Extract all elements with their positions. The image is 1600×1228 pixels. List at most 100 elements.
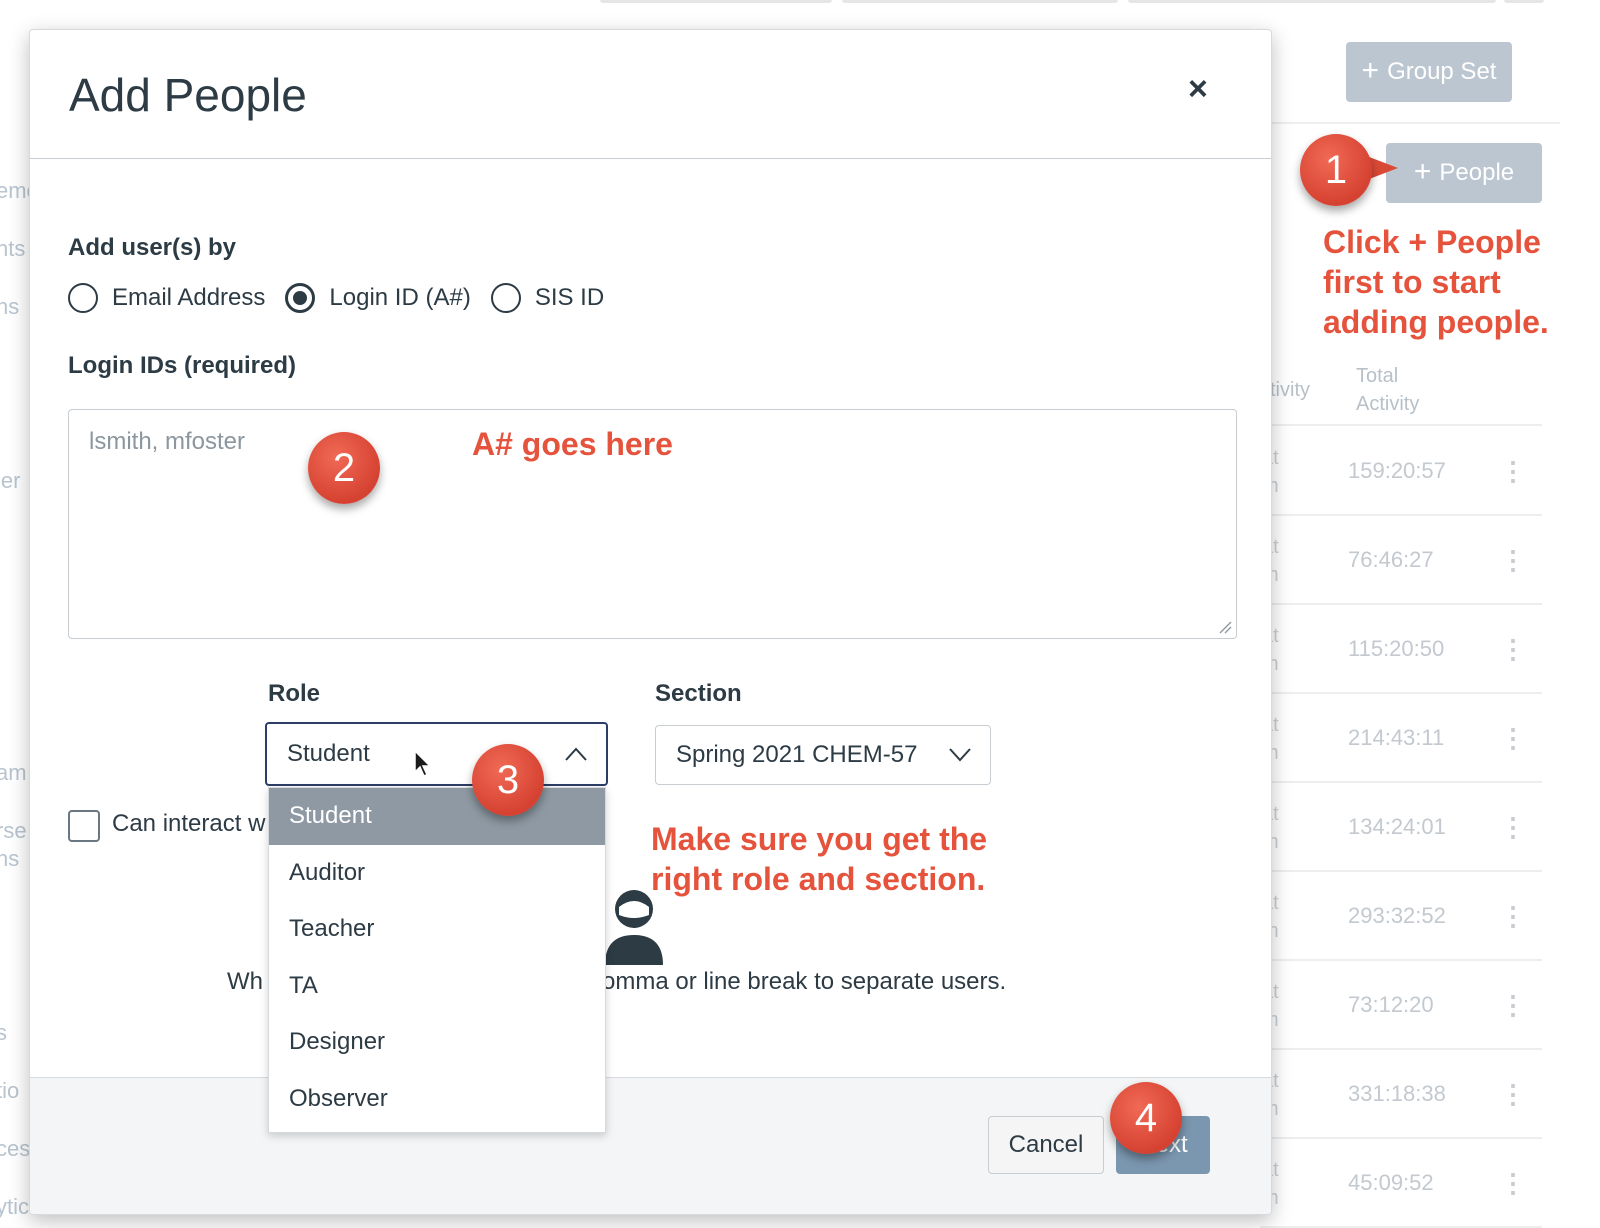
radio-unchecked-icon bbox=[490, 283, 521, 313]
row-total-activity: 293:32:52 bbox=[1348, 903, 1446, 928]
kebab-menu-icon[interactable]: ⋮ bbox=[1500, 901, 1526, 932]
role-option-auditor[interactable]: Auditor bbox=[269, 845, 605, 902]
column-header-total-activity[interactable]: Total Activity bbox=[1356, 362, 1419, 418]
row-total-activity: 159:20:57 bbox=[1348, 458, 1446, 483]
step-4-badge: 4 bbox=[1110, 1082, 1182, 1154]
row-total-activity: 115:20:50 bbox=[1348, 636, 1445, 661]
kebab-menu-icon[interactable]: ⋮ bbox=[1500, 812, 1526, 843]
table-row: atm214:43:11⋮ bbox=[1240, 697, 1550, 783]
kebab-menu-icon[interactable]: ⋮ bbox=[1500, 634, 1526, 665]
chevron-up-icon bbox=[565, 747, 587, 761]
radio-sis-id[interactable]: SIS ID bbox=[490, 283, 605, 313]
table-row: atm134:24:01⋮ bbox=[1240, 786, 1550, 872]
header-rule bbox=[1260, 12, 1560, 124]
section-label: Section bbox=[655, 680, 742, 707]
role-dropdown-menu: Student Auditor Teacher TA Designer Obse… bbox=[268, 787, 606, 1133]
plus-icon: + bbox=[1413, 154, 1432, 188]
role-option-designer[interactable]: Designer bbox=[269, 1014, 605, 1071]
column-header-line: Activity bbox=[1356, 393, 1420, 415]
add-people-button[interactable]: + People bbox=[1386, 143, 1542, 203]
section-select[interactable]: Spring 2021 CHEM-57 bbox=[655, 725, 991, 785]
column-header-line: Total bbox=[1356, 365, 1399, 387]
row-total-activity: 76:46:27 bbox=[1348, 547, 1434, 572]
step-3-badge: 3 bbox=[472, 744, 544, 816]
add-by-radio-group: Email Address Login ID (A#) SIS ID bbox=[68, 283, 624, 313]
role-option-student[interactable]: Student bbox=[269, 788, 605, 845]
radio-email-address[interactable]: Email Address bbox=[68, 283, 265, 313]
close-icon[interactable]: × bbox=[1188, 70, 1208, 109]
hint-suffix: comma or line break to separate users. bbox=[590, 968, 1007, 995]
table-row: atm73:12:20⋮ bbox=[1240, 964, 1550, 1050]
interact-checkbox-label: Can interact w bbox=[112, 810, 266, 837]
nav-fragment[interactable]: ns bbox=[0, 294, 19, 320]
nav-fragment[interactable]: s bbox=[0, 1020, 7, 1046]
kebab-menu-icon[interactable]: ⋮ bbox=[1500, 545, 1526, 576]
dialog-header: Add People × bbox=[30, 30, 1271, 159]
role-option-teacher[interactable]: Teacher bbox=[269, 901, 605, 958]
row-total-activity: 134:24:01 bbox=[1348, 814, 1446, 839]
kebab-menu-icon[interactable]: ⋮ bbox=[1500, 1168, 1526, 1199]
top-tab-edge bbox=[600, 0, 832, 3]
step-2-badge: 2 bbox=[308, 432, 380, 504]
nav-fragment[interactable]: nts bbox=[0, 236, 25, 262]
instruction-line: Make sure you get the bbox=[651, 821, 988, 857]
login-ids-label: Login IDs (required) bbox=[68, 352, 296, 379]
role-option-ta[interactable]: TA bbox=[269, 958, 605, 1015]
interact-checkbox[interactable] bbox=[68, 810, 100, 842]
row-divider bbox=[1260, 514, 1542, 516]
mouse-cursor-icon bbox=[414, 750, 432, 778]
hint-prefix: Wh bbox=[227, 968, 263, 995]
role-option-observer[interactable]: Observer bbox=[269, 1071, 605, 1128]
kebab-menu-icon[interactable]: ⋮ bbox=[1500, 990, 1526, 1021]
top-tab-edge bbox=[842, 0, 1118, 3]
table-row: atm76:46:27⋮ bbox=[1240, 519, 1550, 605]
row-divider bbox=[1260, 1048, 1542, 1050]
kebab-menu-icon[interactable]: ⋮ bbox=[1500, 723, 1526, 754]
cancel-button[interactable]: Cancel bbox=[988, 1116, 1104, 1174]
row-total-activity: 214:43:11 bbox=[1348, 725, 1445, 750]
step-3-instructions: Make sure you get the right role and sec… bbox=[651, 819, 987, 899]
add-by-label: Add user(s) by bbox=[68, 234, 237, 261]
row-divider bbox=[1260, 870, 1542, 872]
role-select[interactable]: Student bbox=[265, 722, 608, 786]
radio-unchecked-icon bbox=[68, 283, 98, 313]
row-divider bbox=[1260, 692, 1542, 694]
row-total-activity: 45:09:52 bbox=[1348, 1170, 1434, 1195]
radio-login-id[interactable]: Login ID (A#) bbox=[285, 283, 471, 313]
nav-fragment[interactable]: rse bbox=[0, 818, 27, 844]
nav-fragment[interactable]: ces bbox=[0, 1136, 30, 1162]
kebab-menu-icon[interactable]: ⋮ bbox=[1500, 456, 1526, 487]
nav-fragment[interactable]: ler bbox=[0, 468, 20, 494]
step-1-instructions: Click + People first to start adding peo… bbox=[1323, 222, 1549, 342]
row-total-activity: 73:12:20 bbox=[1348, 992, 1434, 1017]
people-label: People bbox=[1439, 159, 1515, 186]
dialog-title: Add People bbox=[69, 69, 307, 121]
radio-label: Login ID (A#) bbox=[329, 284, 471, 311]
radio-label: Email Address bbox=[112, 284, 266, 311]
table-row: atm293:32:52⋮ bbox=[1240, 875, 1550, 961]
add-people-dialog: Add People × Add user(s) by Email Addres… bbox=[29, 29, 1272, 1215]
resize-handle-icon[interactable] bbox=[1218, 620, 1232, 634]
section-selected-value: Spring 2021 CHEM-57 bbox=[676, 741, 918, 768]
header-divider bbox=[1260, 424, 1542, 426]
instruction-line: Click + People bbox=[1323, 224, 1541, 260]
table-row: atm159:20:57⋮ bbox=[1240, 430, 1550, 516]
nav-fragment[interactable]: am bbox=[0, 760, 27, 786]
top-tab-edge bbox=[1504, 0, 1544, 3]
role-label: Role bbox=[268, 680, 321, 707]
login-ids-placeholder: lsmith, mfoster bbox=[89, 428, 246, 455]
nav-fragment[interactable]: ns bbox=[0, 846, 19, 872]
kebab-menu-icon[interactable]: ⋮ bbox=[1500, 1079, 1526, 1110]
table-row: atm331:18:38⋮ bbox=[1240, 1053, 1550, 1139]
step-2-instructions: A# goes here bbox=[472, 426, 673, 462]
nav-fragment[interactable]: tio bbox=[0, 1078, 19, 1104]
row-divider bbox=[1260, 959, 1542, 961]
instruction-line: adding people. bbox=[1323, 304, 1549, 340]
role-selected-value: Student bbox=[287, 740, 370, 767]
instruction-line: right role and section. bbox=[651, 861, 986, 897]
step-1-badge: 1 bbox=[1300, 134, 1372, 206]
radio-label: SIS ID bbox=[534, 284, 605, 311]
table-row: atm45:09:52⋮ bbox=[1240, 1142, 1550, 1228]
instruction-line: first to start bbox=[1323, 264, 1501, 300]
radio-checked-icon bbox=[285, 283, 316, 313]
